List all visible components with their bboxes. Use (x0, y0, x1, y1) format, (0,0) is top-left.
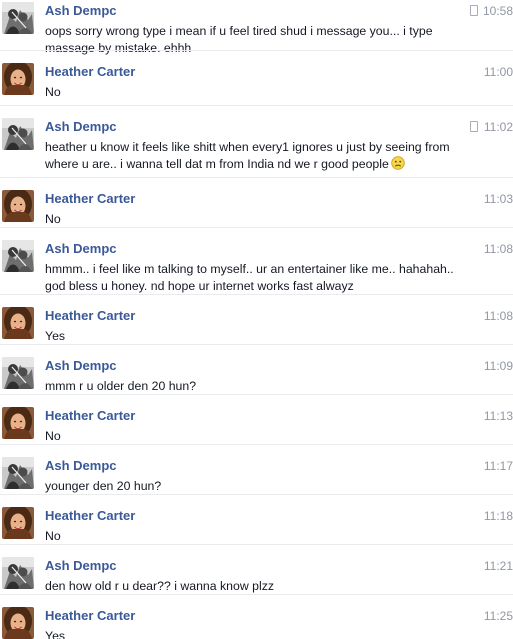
avatar-ash-dempc[interactable] (2, 2, 34, 34)
sender-name[interactable]: Ash Dempc (45, 3, 117, 18)
sender-name[interactable]: Ash Dempc (45, 119, 117, 134)
chat-message: Heather Carter 11:18 No (0, 494, 513, 544)
chat-message: Ash Dempc 11:21 den how old r u dear?? i w… (0, 544, 513, 594)
avatar-ash-dempc[interactable] (2, 357, 34, 389)
message-timestamp: 11:02 (483, 120, 513, 134)
message-timestamp: 11:13 (483, 409, 513, 423)
chat-message: Heather Carter 11:25 Yes (0, 594, 513, 639)
message-text-content: No (45, 212, 61, 226)
avatar-heather-carter[interactable] (2, 63, 34, 95)
message-text-content: mmm r u older den 20 hun? (45, 379, 197, 393)
avatar-heather-carter[interactable] (2, 507, 34, 539)
avatar-heather-carter[interactable] (2, 407, 34, 439)
chat-message: Ash Dempc 11:02 heather u know it feels li… (0, 105, 513, 177)
message-text: mmm r u older den 20 hun? (45, 378, 475, 395)
message-text-content: No (45, 529, 61, 543)
message-timestamp: 11:08 (483, 309, 513, 323)
message-text-content: younger den 20 hun? (45, 479, 162, 493)
sender-name[interactable]: Heather Carter (45, 191, 135, 206)
message-text: No (45, 528, 475, 545)
chat-message: Heather Carter 11:13 No (0, 394, 513, 444)
chat-message: Ash Dempc 11:17 younger den 20 hun? (0, 444, 513, 494)
chat-message: Ash Dempc 11:08 hmmm.. i feel like m talki… (0, 227, 513, 294)
message-text: hmmm.. i feel like m talking to myself..… (45, 261, 475, 295)
sender-name[interactable]: Ash Dempc (45, 458, 117, 473)
sender-name[interactable]: Heather Carter (45, 308, 135, 323)
message-text-content: den how old r u dear?? i wanna know plzz (45, 579, 274, 593)
message-text-content: No (45, 85, 61, 99)
message-timestamp: 11:09 (483, 359, 513, 373)
avatar-ash-dempc[interactable] (2, 240, 34, 272)
message-text: heather u know it feels like shitt when … (45, 139, 475, 175)
chat-conversation: Ash Dempc 10:58 oops sorry wrong type i me… (0, 0, 513, 639)
message-timestamp: 11:03 (483, 192, 513, 206)
message-timestamp: 11:18 (483, 509, 513, 523)
message-text-content: No (45, 429, 61, 443)
sender-name[interactable]: Ash Dempc (45, 358, 117, 373)
message-timestamp: 11:21 (483, 559, 513, 573)
message-text: den how old r u dear?? i wanna know plzz (45, 578, 475, 595)
mobile-phone-icon (470, 5, 478, 16)
message-text-content: heather u know it feels like shitt when … (45, 140, 450, 171)
sender-name[interactable]: Heather Carter (45, 408, 135, 423)
message-text: No (45, 84, 475, 101)
chat-message: Ash Dempc 11:09 mmm r u older den 20 hun? (0, 344, 513, 394)
sender-name[interactable]: Heather Carter (45, 508, 135, 523)
avatar-ash-dempc[interactable] (2, 118, 34, 150)
chat-message: Heather Carter 11:08 Yes (0, 294, 513, 344)
avatar-heather-carter[interactable] (2, 607, 34, 639)
sender-name[interactable]: Ash Dempc (45, 241, 117, 256)
sender-name[interactable]: Heather Carter (45, 608, 135, 623)
chat-message: Heather Carter 11:03 No (0, 177, 513, 227)
message-timestamp: 11:00 (483, 65, 513, 79)
frown-emoji (391, 156, 405, 175)
message-text: Yes (45, 328, 475, 345)
message-timestamp: 11:25 (483, 609, 513, 623)
chat-message: Ash Dempc 10:58 oops sorry wrong type i me… (0, 0, 513, 55)
avatar-ash-dempc[interactable] (2, 457, 34, 489)
message-text: Yes (45, 628, 475, 639)
chat-message: Heather Carter 11:00 No (0, 50, 513, 105)
sender-name[interactable]: Ash Dempc (45, 558, 117, 573)
mobile-phone-icon (470, 121, 478, 132)
message-timestamp: 11:08 (483, 242, 513, 256)
message-text-content: hmmm.. i feel like m talking to myself..… (45, 262, 454, 293)
message-text: No (45, 428, 475, 445)
message-timestamp: 10:58 (482, 4, 513, 18)
sender-name[interactable]: Heather Carter (45, 64, 135, 79)
message-text: No (45, 211, 475, 228)
avatar-heather-carter[interactable] (2, 190, 34, 222)
message-timestamp: 11:17 (483, 459, 513, 473)
avatar-heather-carter[interactable] (2, 307, 34, 339)
message-text-content: Yes (45, 629, 66, 639)
message-text-content: Yes (45, 329, 66, 343)
message-text: younger den 20 hun? (45, 478, 475, 495)
avatar-ash-dempc[interactable] (2, 557, 34, 589)
